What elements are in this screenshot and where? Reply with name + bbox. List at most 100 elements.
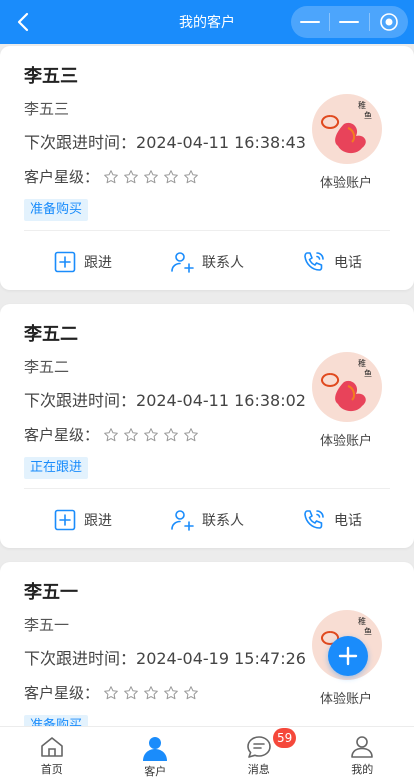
star-icon bbox=[181, 426, 201, 444]
svg-text:鱼: 鱼 bbox=[364, 110, 372, 120]
profile-icon bbox=[351, 736, 374, 758]
tab-label: 首页 bbox=[40, 763, 63, 776]
tab-home[interactable]: 首页 bbox=[0, 727, 104, 780]
message-icon bbox=[246, 736, 271, 758]
star-icon bbox=[121, 684, 141, 702]
minus-icon bbox=[300, 21, 321, 23]
next-follow-value: 2024-04-19 15:47:26 bbox=[136, 649, 306, 668]
customer-rating: 客户星级： bbox=[24, 166, 201, 187]
plus-square-icon bbox=[54, 251, 76, 273]
star-icon bbox=[141, 168, 161, 186]
next-follow-time: 下次跟进时间：2024-04-11 16:38:43 bbox=[24, 129, 306, 153]
svg-text:鱼: 鱼 bbox=[364, 626, 372, 636]
add-customer-button[interactable] bbox=[328, 636, 368, 676]
user-icon bbox=[143, 737, 168, 761]
add-user-icon bbox=[171, 510, 194, 531]
customer-name: 李五一 bbox=[24, 582, 78, 603]
tab-profile[interactable]: 我的 bbox=[311, 727, 414, 780]
star-icon bbox=[121, 168, 141, 186]
target-icon bbox=[380, 13, 398, 31]
follow-up-button[interactable]: 跟进 bbox=[54, 504, 112, 536]
customer-rating: 客户星级： bbox=[24, 682, 201, 703]
svg-text:稚: 稚 bbox=[358, 616, 366, 626]
phone-icon bbox=[304, 510, 324, 529]
capsule-close-button[interactable] bbox=[370, 6, 408, 38]
phone-label: 电话 bbox=[334, 513, 362, 529]
home-icon bbox=[40, 737, 63, 757]
contacts-label: 联系人 bbox=[202, 513, 244, 529]
next-follow-time: 下次跟进时间：2024-04-19 15:47:26 bbox=[24, 645, 306, 669]
customer-list[interactable]: 李五三 李五三 下次跟进时间：2024-04-11 16:38:43 客户星级：… bbox=[0, 44, 414, 726]
rating-label: 客户星级： bbox=[24, 684, 100, 702]
card-actions: 跟进 联系人 电话 bbox=[0, 246, 414, 278]
card-actions: 跟进 联系人 电话 bbox=[0, 504, 414, 536]
customer-card[interactable]: 李五二 李五二 下次跟进时间：2024-04-11 16:38:02 客户星级：… bbox=[0, 304, 414, 548]
status-badge: 正在跟进 bbox=[24, 457, 89, 479]
follow-up-label: 跟进 bbox=[84, 513, 112, 529]
tab-label: 我的 bbox=[351, 763, 374, 776]
star-icon bbox=[181, 684, 201, 702]
star-icon bbox=[121, 426, 141, 444]
svg-text:稚: 稚 bbox=[358, 358, 366, 368]
tab-label: 客户 bbox=[144, 765, 167, 778]
next-follow-value: 2024-04-11 16:38:02 bbox=[136, 391, 306, 410]
account-label: 体验账户 bbox=[319, 434, 372, 449]
phone-label: 电话 bbox=[334, 255, 362, 271]
follow-up-label: 跟进 bbox=[84, 255, 112, 271]
svg-text:鱼: 鱼 bbox=[364, 368, 372, 378]
star-icon bbox=[161, 168, 181, 186]
capsule-more-button[interactable] bbox=[291, 6, 329, 38]
star-rating bbox=[101, 168, 201, 186]
plus-square-icon bbox=[54, 509, 76, 531]
add-user-icon bbox=[171, 252, 194, 273]
next-follow-label: 下次跟进时间： bbox=[24, 133, 137, 152]
next-follow-time: 下次跟进时间：2024-04-11 16:38:02 bbox=[24, 387, 306, 411]
contacts-button[interactable]: 联系人 bbox=[170, 504, 244, 536]
message-count-badge: 59 bbox=[273, 728, 297, 748]
customer-subtitle: 李五一 bbox=[24, 616, 70, 634]
star-icon bbox=[101, 426, 121, 444]
tab-bar: 首页 客户 消息 我的 bbox=[0, 726, 414, 780]
follow-up-button[interactable]: 跟进 bbox=[54, 246, 112, 278]
minus-icon bbox=[339, 21, 360, 23]
rating-label: 客户星级： bbox=[24, 426, 100, 444]
customer-rating: 客户星级： bbox=[24, 424, 201, 445]
phone-button[interactable]: 电话 bbox=[302, 504, 362, 536]
customer-name: 李五二 bbox=[24, 324, 78, 345]
mini-program-capsule bbox=[291, 6, 408, 38]
tab-label: 消息 bbox=[247, 763, 270, 776]
customer-name: 李五三 bbox=[24, 66, 78, 87]
divider bbox=[24, 230, 390, 231]
rating-label: 客户星级： bbox=[24, 168, 100, 186]
customer-card[interactable]: 李五三 李五三 下次跟进时间：2024-04-11 16:38:43 客户星级：… bbox=[0, 46, 414, 290]
star-icon bbox=[161, 684, 181, 702]
star-icon bbox=[101, 168, 121, 186]
star-icon bbox=[101, 684, 121, 702]
phone-button[interactable]: 电话 bbox=[302, 246, 362, 278]
plus-icon bbox=[338, 646, 358, 666]
phone-icon bbox=[304, 252, 324, 271]
capsule-minimize-button[interactable] bbox=[330, 6, 368, 38]
star-icon bbox=[181, 168, 201, 186]
nav-bar: 我的客户 bbox=[0, 0, 414, 44]
next-follow-label: 下次跟进时间： bbox=[24, 649, 137, 668]
avatar: 稚 鱼 bbox=[312, 352, 382, 422]
tab-customers[interactable]: 客户 bbox=[104, 727, 208, 780]
divider bbox=[24, 488, 390, 489]
status-badge: 准备购买 bbox=[24, 715, 89, 726]
customer-subtitle: 李五三 bbox=[24, 100, 70, 118]
next-follow-label: 下次跟进时间： bbox=[24, 391, 137, 410]
account-label: 体验账户 bbox=[319, 176, 372, 191]
account-label: 体验账户 bbox=[319, 692, 372, 707]
contacts-label: 联系人 bbox=[202, 255, 244, 271]
star-rating bbox=[101, 684, 201, 702]
star-icon bbox=[141, 426, 161, 444]
avatar: 稚 鱼 bbox=[312, 94, 382, 164]
next-follow-value: 2024-04-11 16:38:43 bbox=[136, 133, 306, 152]
customer-subtitle: 李五二 bbox=[24, 358, 70, 376]
svg-text:稚: 稚 bbox=[358, 100, 366, 110]
contacts-button[interactable]: 联系人 bbox=[170, 246, 244, 278]
star-icon bbox=[141, 684, 161, 702]
star-rating bbox=[101, 426, 201, 444]
star-icon bbox=[161, 426, 181, 444]
